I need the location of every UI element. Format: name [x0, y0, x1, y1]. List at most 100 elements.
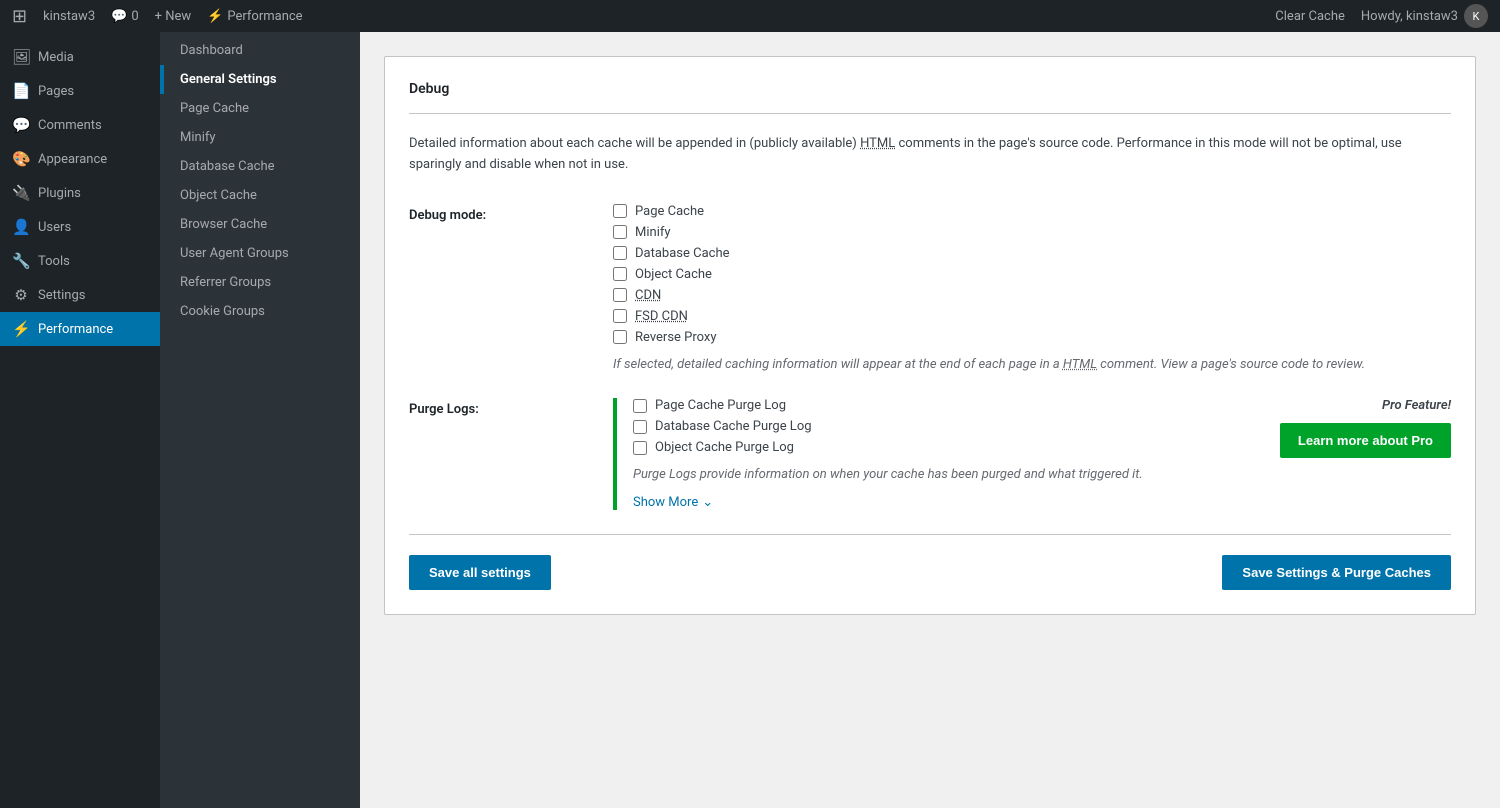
debug-label-fsd-cdn: FSD CDN [635, 309, 688, 324]
sidebar-label-comments: Comments [38, 118, 102, 133]
save-all-button[interactable]: Save all settings [409, 555, 551, 590]
sidebar-label-settings: Settings [38, 288, 85, 303]
comments-icon: 💬 [12, 116, 30, 134]
sidebar-label-appearance: Appearance [38, 152, 107, 167]
submenu-item-cookie-groups[interactable]: Cookie Groups [160, 297, 360, 326]
perf-icon: ⚡ [207, 9, 223, 24]
debug-option-reverse-proxy[interactable]: Reverse Proxy [613, 330, 1451, 345]
debug-option-cdn[interactable]: CDN [613, 288, 1451, 303]
show-more-link[interactable]: Show More ⌄ [633, 495, 1227, 510]
debug-label-reverse-proxy: Reverse Proxy [635, 330, 717, 345]
debug-checkbox-minify[interactable] [613, 225, 627, 239]
learn-more-btn[interactable]: Learn more about Pro [1280, 423, 1451, 458]
show-more-label: Show More [633, 495, 698, 510]
debug-checkbox-reverse-proxy[interactable] [613, 330, 627, 344]
purge-label-object-cache: Object Cache Purge Log [655, 440, 794, 455]
sidebar-item-appearance[interactable]: 🎨 Appearance [0, 142, 160, 176]
main-content: Debug Detailed information about each ca… [360, 32, 1500, 808]
debug-label-minify: Minify [635, 225, 671, 240]
debug-option-object-cache[interactable]: Object Cache [613, 267, 1451, 282]
sidebar-label-users: Users [38, 220, 71, 235]
purge-checkbox-object-cache[interactable] [633, 441, 647, 455]
debug-label-cdn: CDN [635, 288, 661, 303]
submenu-item-general-settings[interactable]: General Settings [160, 65, 360, 94]
plugins-icon: 🔌 [12, 184, 30, 202]
form-footer: Save all settings Save Settings & Purge … [409, 534, 1451, 590]
users-icon: 👤 [12, 218, 30, 236]
submenu-item-object-cache[interactable]: Object Cache [160, 181, 360, 210]
clear-cache-btn[interactable]: Clear Cache [1275, 9, 1345, 24]
debug-option-minify[interactable]: Minify [613, 225, 1451, 240]
settings-icon: ⚙ [12, 286, 30, 304]
purge-checkbox-database-cache[interactable] [633, 420, 647, 434]
sidebar-item-pages[interactable]: 📄 Pages [0, 74, 160, 108]
tools-icon: 🔧 [12, 252, 30, 270]
purge-checkbox-page-cache[interactable] [633, 399, 647, 413]
purge-option-page-cache[interactable]: Page Cache Purge Log [633, 398, 1227, 413]
debug-hint: If selected, detailed caching informatio… [613, 355, 1451, 375]
debug-checkbox-fsd-cdn[interactable] [613, 309, 627, 323]
sidebar-item-media[interactable]: 🖼 Media [0, 40, 160, 74]
purge-logs-label: Purge Logs: [409, 398, 589, 417]
purge-option-object-cache[interactable]: Object Cache Purge Log [633, 440, 1227, 455]
sidebar-item-comments[interactable]: 💬 Comments [0, 108, 160, 142]
sidebar-item-users[interactable]: 👤 Users [0, 210, 160, 244]
avatar[interactable]: K [1464, 4, 1488, 28]
debug-mode-label: Debug mode: [409, 204, 589, 223]
purge-option-database-cache[interactable]: Database Cache Purge Log [633, 419, 1227, 434]
sidebar-item-plugins[interactable]: 🔌 Plugins [0, 176, 160, 210]
pro-feature-label: Pro Feature! [1382, 398, 1451, 413]
performance-icon: ⚡ [12, 320, 30, 338]
debug-mode-controls: Page Cache Minify Database Cache Object … [613, 204, 1451, 375]
pro-feature-container: Pro Feature! Learn more about Pro [1251, 398, 1451, 458]
wp-logo-icon: ⊞ [12, 6, 27, 27]
debug-option-database-cache[interactable]: Database Cache [613, 246, 1451, 261]
submenu-item-dashboard[interactable]: Dashboard [160, 36, 360, 65]
comments-count: 0 [131, 9, 138, 24]
sidebar-label-tools: Tools [38, 254, 70, 269]
purge-label-page-cache: Page Cache Purge Log [655, 398, 786, 413]
submenu-item-page-cache[interactable]: Page Cache [160, 94, 360, 123]
submenu-item-referrer-groups[interactable]: Referrer Groups [160, 268, 360, 297]
sidebar-label-pages: Pages [38, 84, 74, 99]
sidebar: 🖼 Media 📄 Pages 💬 Comments 🎨 Appearance … [0, 32, 160, 808]
debug-card: Debug Detailed information about each ca… [384, 56, 1476, 615]
media-icon: 🖼 [12, 48, 30, 66]
debug-label-database-cache: Database Cache [635, 246, 730, 261]
submenu-item-browser-cache[interactable]: Browser Cache [160, 210, 360, 239]
save-purge-button[interactable]: Save Settings & Purge Caches [1222, 555, 1451, 590]
comment-icon: 💬 [111, 9, 127, 24]
purge-logs-container: Page Cache Purge Log Database Cache Purg… [613, 398, 1227, 510]
sidebar-label-plugins: Plugins [38, 186, 81, 201]
debug-checkbox-database-cache[interactable] [613, 246, 627, 260]
sidebar-item-performance[interactable]: ⚡ Performance [0, 312, 160, 346]
purge-logs-row: Purge Logs: Page Cache Purge Log Databas… [409, 398, 1451, 510]
submenu-item-user-agent-groups[interactable]: User Agent Groups [160, 239, 360, 268]
admin-bar: ⊞ kinstaw3 💬 0 + New ⚡ Performance Clear… [0, 0, 1500, 32]
debug-description: Detailed information about each cache wi… [409, 134, 1451, 176]
perf-label: Performance [227, 9, 302, 24]
sidebar-label-performance: Performance [38, 322, 113, 337]
appearance-icon: 🎨 [12, 150, 30, 168]
sidebar-item-tools[interactable]: 🔧 Tools [0, 244, 160, 278]
sub-menu: Dashboard General Settings Page Cache Mi… [160, 32, 360, 808]
chevron-down-icon: ⌄ [702, 495, 713, 510]
howdy-label: Howdy, kinstaw3 K [1361, 4, 1488, 28]
sidebar-label-media: Media [38, 50, 74, 65]
debug-option-fsd-cdn[interactable]: FSD CDN [613, 309, 1451, 324]
submenu-item-database-cache[interactable]: Database Cache [160, 152, 360, 181]
debug-section-title: Debug [409, 81, 1451, 114]
submenu-item-minify[interactable]: Minify [160, 123, 360, 152]
comments-btn[interactable]: 💬 0 [111, 9, 139, 24]
debug-checkbox-cdn[interactable] [613, 288, 627, 302]
purge-logs-hint: Purge Logs provide information on when y… [633, 465, 1227, 485]
purge-label-database-cache: Database Cache Purge Log [655, 419, 812, 434]
performance-nav-btn[interactable]: ⚡ Performance [207, 9, 302, 24]
debug-checkbox-object-cache[interactable] [613, 267, 627, 281]
site-name[interactable]: kinstaw3 [43, 9, 95, 24]
new-btn[interactable]: + New [155, 9, 192, 24]
debug-label-page-cache: Page Cache [635, 204, 704, 219]
debug-option-page-cache[interactable]: Page Cache [613, 204, 1451, 219]
sidebar-item-settings[interactable]: ⚙ Settings [0, 278, 160, 312]
debug-checkbox-page-cache[interactable] [613, 204, 627, 218]
